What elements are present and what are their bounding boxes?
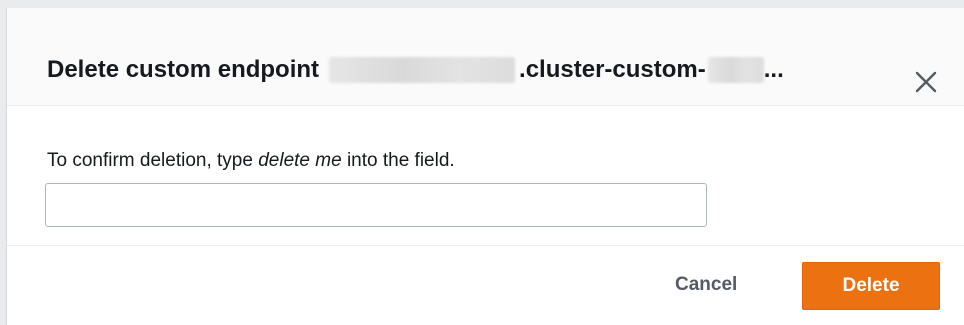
title-middle: .cluster-custom- — [519, 56, 706, 83]
modal-footer: Cancel Delete — [7, 246, 964, 325]
close-button[interactable] — [914, 70, 938, 94]
close-icon[interactable] — [914, 70, 938, 94]
confirm-instruction: To confirm deletion, type delete me into… — [47, 150, 455, 172]
title-prefix: Delete custom endpoint — [47, 56, 320, 83]
confirm-delete-input[interactable] — [45, 183, 707, 227]
delete-endpoint-modal: Delete custom endpoint .cluster-custom- … — [6, 8, 964, 325]
title-suffix: ... — [763, 56, 784, 83]
modal-header: Delete custom endpoint .cluster-custom- … — [7, 8, 964, 106]
modal-body: To confirm deletion, type delete me into… — [7, 106, 964, 246]
instruction-prefix: To confirm deletion, type — [47, 150, 259, 171]
redacted-endpoint-name — [329, 57, 516, 83]
redacted-cluster-id — [707, 57, 764, 83]
modal-title: Delete custom endpoint .cluster-custom- … — [47, 55, 784, 85]
delete-button[interactable]: Delete — [802, 262, 940, 310]
cancel-button[interactable]: Cancel — [675, 274, 737, 296]
instruction-keyword: delete me — [258, 150, 342, 171]
instruction-suffix: into the field. — [341, 150, 455, 171]
page-backdrop: Delete custom endpoint .cluster-custom- … — [0, 0, 964, 325]
